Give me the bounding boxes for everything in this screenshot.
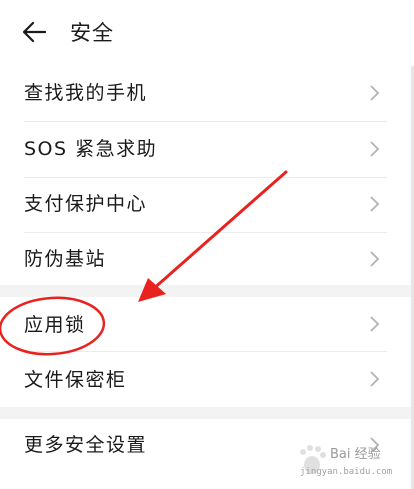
list-item-label: 文件保密柜 [24,369,127,391]
group-gap [0,285,411,297]
list-item-label: 应用锁 [24,314,86,336]
chevron-right-icon [370,251,380,267]
list-item-fake-base-station[interactable]: 防伪基站 [0,233,411,285]
arrow-left-icon[interactable] [20,16,52,48]
group-gap [0,407,411,419]
list-item-payment-protection[interactable]: 支付保护中心 [0,178,411,232]
chevron-right-icon [370,85,380,101]
watermark-text: Bai 经验 [330,447,381,462]
watermark-url: jingyan.baidu.com [300,467,393,477]
top-bar: 安全 [0,0,414,66]
chevron-right-icon [370,141,380,157]
list-item-find-my-phone[interactable]: 查找我的手机 [0,66,411,121]
list-item-label: 支付保护中心 [24,193,148,215]
list-item-file-safe[interactable]: 文件保密柜 [0,352,411,407]
list-item-label: 更多安全设置 [24,434,148,456]
list-item-sos[interactable]: SOS 紧急求助 [0,122,411,177]
chevron-right-icon [370,196,380,212]
chevron-right-icon [370,316,380,332]
list-item-label: 查找我的手机 [24,82,148,104]
page-title: 安全 [70,21,114,45]
chevron-right-icon [370,371,380,387]
list-item-label: 防伪基站 [24,248,107,270]
list-item-label: SOS 紧急求助 [24,138,158,160]
list-item-app-lock[interactable]: 应用锁 [0,297,411,351]
